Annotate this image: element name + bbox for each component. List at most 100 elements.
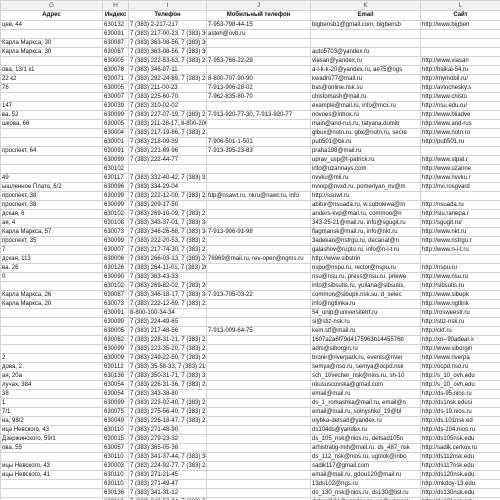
- cell-site[interactable]: http://www.ngtlink: [420, 299, 500, 309]
- column-letter-j[interactable]: J: [206, 0, 311, 11]
- cell-address[interactable]: Дзержинского, 59/1: [0, 434, 103, 444]
- cell-email[interactable]: a-l-k-k-20@yandex.ru, ae75@ngs: [310, 65, 421, 75]
- header-address[interactable]: Адрес: [0, 10, 103, 21]
- cell-email[interactable]: glbux@notn.ru, gbx@notn.ru, secre: [310, 128, 421, 138]
- cell-email[interactable]: praha198@mail.ru: [310, 146, 421, 156]
- cell-site[interactable]: http://www.nvvku.r: [420, 173, 500, 183]
- cell-site[interactable]: http://www.nstrgu.r: [420, 236, 500, 246]
- cell-index[interactable]: 630039: [102, 101, 129, 111]
- cell-address[interactable]: дская, 113: [0, 254, 103, 264]
- cell-email[interactable]: 3adekan@nstrgu.ru, decanat@n: [310, 236, 421, 246]
- cell-email[interactable]: http://ssuwt.ru: [310, 191, 421, 201]
- cell-phone[interactable]: 7 (383) 271-49-47: [128, 479, 207, 489]
- cell-index[interactable]: 630005: [102, 326, 129, 336]
- cell-index[interactable]: 630091: [102, 29, 129, 39]
- cell-site[interactable]: http://www.bliadve: [420, 110, 500, 120]
- cell-email[interactable]: viasan@yandex.ru: [310, 56, 421, 66]
- cell-address[interactable]: [0, 281, 103, 291]
- cell-site[interactable]: http://www.chisto: [420, 92, 500, 102]
- cell-email[interactable]: arhistratig-mih@mail.ru, ds_487_nsk: [310, 443, 421, 453]
- cell-site[interactable]: http://www.n-i-t.ru: [420, 245, 500, 255]
- cell-email[interactable]: 343-25-21@mail.ru, info@sgugit.ru: [310, 218, 421, 228]
- cell-address[interactable]: 7: [0, 245, 103, 255]
- cell-address[interactable]: Карла Маркса, 30: [0, 47, 103, 57]
- cell-index[interactable]: 630099: [102, 398, 129, 408]
- cell-site[interactable]: [420, 191, 500, 201]
- cell-site[interactable]: http://ds112nsk.edu: [420, 452, 500, 462]
- cell-address[interactable]: 0: [0, 272, 103, 282]
- header-site[interactable]: Сайт: [420, 10, 500, 21]
- cell-phone[interactable]: 7 (383) 222-12-00, 7 (383) 222-49-76, 7 …: [128, 191, 207, 201]
- cell-phone[interactable]: 7 (383) 264-11-01, 7 (383) 269-24-30, 7 …: [128, 263, 207, 273]
- cell-address[interactable]: шкова, 66: [0, 119, 103, 129]
- cell-address[interactable]: дская, 6: [0, 209, 103, 219]
- cell-index[interactable]: 630003: [102, 461, 129, 471]
- cell-site[interactable]: http://ds105nsk.edu: [420, 434, 500, 444]
- cell-mobile[interactable]: [206, 425, 311, 435]
- cell-email[interactable]: novoes@inbox.ru: [310, 110, 421, 120]
- cell-email[interactable]: http://www.sibstrin: [310, 254, 421, 264]
- cell-phone[interactable]: 7 (383) 363-08-56, 7 (383) 363-08-57: [128, 38, 207, 48]
- cell-index[interactable]: 630110: [102, 470, 129, 480]
- cell-email[interactable]: ds104ds@yandex.ru: [310, 425, 421, 435]
- cell-phone[interactable]: 7 (383) 226-18-47, 7 (383) 226-74-47: [128, 416, 207, 426]
- cell-phone[interactable]: 7 (383) 346-26-68, 7 (383) 346-29-75: [128, 227, 207, 237]
- cell-index[interactable]: 630110: [102, 452, 129, 462]
- cell-site[interactable]: http://www.and-rus: [420, 119, 500, 129]
- cell-email[interactable]: nvvku@mil.ru: [310, 173, 421, 183]
- cell-address[interactable]: проспект, 35: [0, 236, 103, 246]
- cell-mobile[interactable]: fdp@nsawt.ru, nkru@nawt.ru, info: [206, 191, 311, 201]
- cell-address[interactable]: 49: [0, 173, 103, 183]
- cell-mobile[interactable]: 7-913-705-03-22: [206, 290, 311, 300]
- cell-index[interactable]: 630110: [102, 425, 129, 435]
- cell-email[interactable]: [310, 38, 421, 48]
- cell-mobile[interactable]: [206, 263, 311, 273]
- cell-address[interactable]: дова, 2: [0, 362, 103, 372]
- cell-phone[interactable]: 7 (383) 343-37-01, 7 (383) 343-29-37: [128, 218, 207, 228]
- cell-address[interactable]: [0, 326, 103, 336]
- cell-phone[interactable]: 7 (383) 217-74-30, 7 (383) 223-57-60: [128, 245, 207, 255]
- cell-index[interactable]: 630132: [102, 20, 129, 30]
- cell-address[interactable]: 2: [0, 353, 103, 363]
- cell-email[interactable]: kwadro77@mail.ru: [310, 74, 421, 84]
- cell-email[interactable]: ds_105_nsk@nios.ru, detsad105n: [310, 434, 421, 444]
- cell-phone[interactable]: 7 (383) 341-37-44, 7 (383) 341-22-65: [128, 452, 207, 462]
- cell-site[interactable]: http://nsu.edu.ru/: [420, 101, 500, 111]
- cell-email[interactable]: main@and-rus.ru, tatyana.dumitr: [310, 119, 421, 129]
- cell-site[interactable]: http://ckf.ru: [420, 326, 500, 336]
- cell-index[interactable]: 630008: [102, 254, 129, 264]
- cell-phone[interactable]: 7 (383) 363-08-56, 7 (383) 363-08-57: [128, 47, 207, 57]
- cell-email[interactable]: semya@nso.ru, semya@ocpd.nsk: [310, 362, 421, 372]
- cell-index[interactable]: 630099: [102, 110, 129, 120]
- cell-address[interactable]: цев, 44: [0, 20, 103, 30]
- header-email[interactable]: Email: [310, 10, 421, 21]
- cell-email[interactable]: 1607a2a6f79d4175963b1445576b: [310, 335, 421, 345]
- cell-address[interactable]: 147: [0, 101, 103, 111]
- cell-index[interactable]: 630117: [102, 173, 129, 183]
- cell-index[interactable]: 630073: [102, 227, 129, 237]
- cell-index[interactable]: 630087: [102, 47, 129, 57]
- cell-email[interactable]: bas@online.nsk.su: [310, 83, 421, 93]
- cell-phone[interactable]: 7 (383) 222-53-63, 7 (383) 299-52-71: [128, 56, 207, 66]
- cell-address[interactable]: ова, 13/1 к1: [0, 65, 103, 75]
- cell-site[interactable]: http://ds117nsk.edu: [420, 461, 500, 471]
- cell-site[interactable]: http://ds1nsk.edusi: [420, 398, 500, 408]
- cell-address[interactable]: [0, 164, 103, 174]
- cell-mobile[interactable]: [206, 407, 311, 417]
- cell-phone[interactable]: 7 (383) 310-02-02: [128, 101, 207, 111]
- cell-mobile[interactable]: [206, 155, 311, 165]
- cell-index[interactable]: 630102: [102, 281, 129, 291]
- cell-phone[interactable]: 7 (383) 269-10-09, 7 (383) 210-17-80: [128, 209, 207, 219]
- cell-email[interactable]: common@sibupk.nsk.su, d_selec: [310, 290, 421, 300]
- cell-index[interactable]: 630075: [102, 407, 129, 417]
- cell-email[interactable]: ds_112_nsk@nios.ru, ugolok@inbo: [310, 452, 421, 462]
- cell-phone[interactable]: 7 (383) 223-02-40, 7 (383) 223-36-56: [128, 398, 207, 408]
- cell-index[interactable]: 630099: [102, 236, 129, 246]
- cell-phone[interactable]: 7 (383) 222-12-69, 7 (383) 222-56-87: [128, 299, 207, 309]
- cell-mobile[interactable]: [206, 272, 311, 282]
- cell-email[interactable]: galashov@ruptu.ru, info@n-i-t.ru: [310, 245, 421, 255]
- cell-site[interactable]: http://stiz-nsk.ru: [420, 317, 500, 327]
- cell-index[interactable]: 630108: [102, 218, 129, 228]
- cell-email[interactable]: info@uzannays.com: [310, 164, 421, 174]
- cell-site[interactable]: http://www.bigben: [420, 20, 500, 30]
